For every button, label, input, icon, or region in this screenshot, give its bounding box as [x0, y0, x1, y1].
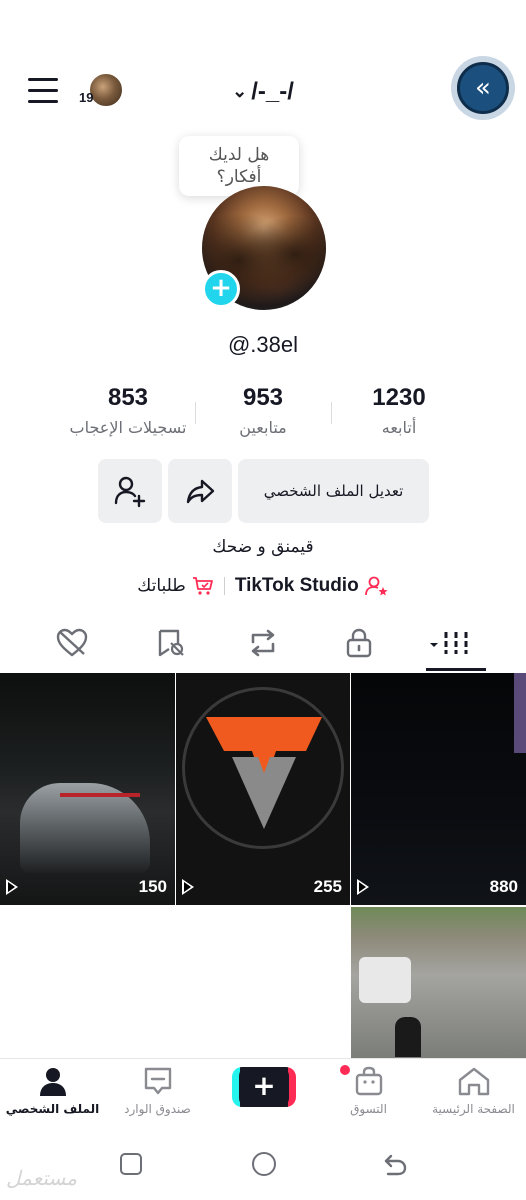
view-count: 880 [489, 877, 518, 896]
video-thumbnail[interactable] [351, 907, 526, 1058]
favorites-tab[interactable] [150, 626, 190, 660]
bubble-line-1: هل لديك [208, 145, 270, 165]
studio-label: TikTok Studio [234, 575, 359, 596]
nav-home[interactable]: الصفحة الرئيسية [421, 1066, 526, 1116]
video-thumbnail[interactable]: 150 [0, 673, 175, 905]
links-separator [223, 577, 225, 595]
stat-following-value: 1230 [372, 384, 426, 411]
heart-hidden-icon [56, 628, 88, 657]
nav-shop-label: التسوق [350, 1102, 387, 1116]
share-icon [186, 479, 215, 504]
profile-links-row: طلباتك TikTok Studio [0, 573, 526, 599]
add-story-icon[interactable]: + [202, 270, 240, 308]
profile-handle[interactable]: @.38el [0, 332, 526, 358]
tiktok-studio-link[interactable]: TikTok Studio [235, 575, 389, 597]
double-chevron-left-icon: « [457, 62, 509, 114]
inbox-icon [144, 1067, 171, 1095]
grid-dropdown-icon [430, 632, 468, 654]
stat-likes-value: 853 [107, 384, 149, 411]
lock-icon [346, 628, 372, 658]
shopping-bag-icon [355, 1066, 382, 1096]
play-icon [6, 879, 18, 895]
orders-link[interactable]: طلباتك [137, 576, 214, 596]
logo-mark [206, 717, 322, 829]
nav-shop[interactable]: التسوق [316, 1066, 421, 1116]
account-switcher[interactable]: ⌄/-_-/ [0, 78, 526, 106]
stat-followers[interactable]: 953 متابعين [188, 384, 338, 437]
liked-hidden-tab[interactable] [52, 626, 92, 660]
plus-icon: + [239, 1067, 289, 1107]
reposts-tab[interactable] [243, 626, 283, 660]
stat-followers-value: 953 [242, 384, 284, 411]
recent-apps-icon[interactable] [120, 1153, 142, 1175]
floating-bubble-button[interactable]: « [451, 56, 515, 120]
view-count: 255 [313, 877, 342, 896]
play-icon [357, 879, 369, 895]
creator-star-icon [364, 576, 388, 596]
stat-likes[interactable]: 853 تسجيلات الإعجاب [53, 384, 203, 437]
view-count: 150 [138, 877, 167, 896]
video-thumbnail[interactable]: 255 [176, 673, 350, 905]
edit-profile-button[interactable]: تعديل الملف الشخصي [238, 459, 429, 523]
orders-label: طلباتك [137, 576, 186, 596]
nav-home-label: الصفحة الرئيسية [432, 1102, 515, 1116]
nav-inbox-label: صندوق الوارد [124, 1102, 191, 1116]
add-friend-button[interactable] [98, 459, 162, 523]
profile-icon [39, 1068, 66, 1096]
share-profile-button[interactable] [168, 459, 232, 523]
nav-inbox[interactable]: صندوق الوارد [105, 1066, 210, 1116]
stat-likes-label: تسجيلات الإعجاب [69, 418, 187, 437]
tail-light [60, 793, 140, 797]
videos-tab[interactable] [428, 626, 474, 660]
stat-following[interactable]: 1230 أتابعه [324, 384, 474, 437]
play-icon [182, 879, 194, 895]
edge-light [514, 673, 526, 753]
profile-bio: قيمنق و ضحك [212, 537, 314, 557]
back-icon[interactable] [382, 1152, 408, 1178]
bubble-line-2: أفكار؟ [216, 167, 262, 187]
username-title: /-_-/ [251, 78, 294, 105]
stat-following-label: أتابعه [381, 418, 417, 437]
nav-profile[interactable]: الملف الشخصي [0, 1066, 105, 1116]
home-button-icon[interactable] [252, 1152, 276, 1176]
person-shape [395, 1017, 421, 1057]
vehicle-shape [359, 957, 411, 1003]
video-thumbnail[interactable]: 880 [351, 673, 526, 905]
private-tab[interactable] [339, 626, 379, 660]
watermark: مستعمل [6, 1166, 77, 1190]
home-icon [458, 1067, 489, 1096]
bookmark-hidden-icon [158, 629, 184, 657]
cart-icon [192, 577, 213, 595]
repost-icon [251, 629, 275, 657]
create-button[interactable]: + [232, 1067, 296, 1107]
notification-dot [340, 1065, 350, 1075]
active-tab-underline [426, 668, 486, 671]
add-user-icon [114, 476, 146, 508]
stat-followers-label: متابعين [239, 418, 287, 437]
chevron-down-icon: ⌄ [232, 81, 248, 101]
nav-profile-label: الملف الشخصي [5, 1102, 100, 1116]
